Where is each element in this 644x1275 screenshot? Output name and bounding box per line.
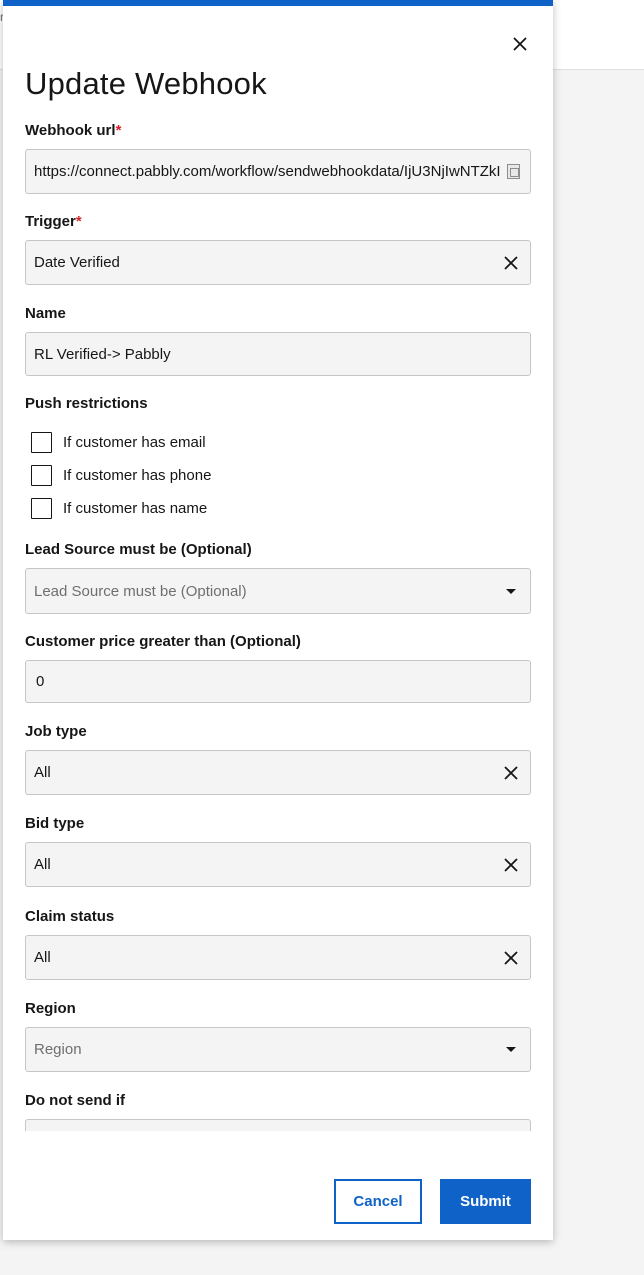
autofill-icon[interactable] xyxy=(507,164,520,179)
submit-button[interactable]: Submit xyxy=(440,1179,531,1224)
webhook-url-field: Webhook url* https://connect.pabbly.com/… xyxy=(25,121,531,194)
checkbox-phone[interactable] xyxy=(31,465,52,486)
job-type-value: All xyxy=(34,764,51,781)
checkbox-row-name[interactable]: If customer has name xyxy=(31,492,531,525)
do-not-send-if-label: Do not send if xyxy=(25,1092,125,1109)
do-not-send-if-field: Do not send if xyxy=(25,1091,531,1131)
checkbox-label: If customer has phone xyxy=(63,467,212,484)
checkbox-row-phone[interactable]: If customer has phone xyxy=(31,459,531,492)
checkbox-email[interactable] xyxy=(31,432,52,453)
webhook-url-input[interactable]: https://connect.pabbly.com/workflow/send… xyxy=(25,149,531,194)
clear-icon[interactable] xyxy=(502,254,520,272)
job-type-field: Job type All xyxy=(25,722,531,795)
chevron-down-icon[interactable] xyxy=(506,1047,516,1052)
chevron-down-icon[interactable] xyxy=(506,588,516,594)
name-field: Name RL Verified-> Pabbly xyxy=(25,304,531,376)
customer-price-value: 0 xyxy=(36,673,45,690)
push-restrictions-label: Push restrictions xyxy=(25,395,148,412)
trigger-label: Trigger* xyxy=(25,213,82,230)
lead-source-select[interactable]: Lead Source must be (Optional) xyxy=(25,568,531,614)
bid-type-field: Bid type All xyxy=(25,814,531,887)
checkbox-name[interactable] xyxy=(31,498,52,519)
region-label: Region xyxy=(25,1000,76,1017)
customer-price-field: Customer price greater than (Optional) 0 xyxy=(25,632,531,703)
name-input[interactable]: RL Verified-> Pabbly xyxy=(25,332,531,376)
lead-source-field: Lead Source must be (Optional) Lead Sour… xyxy=(25,540,531,614)
bid-type-select[interactable]: All xyxy=(25,842,531,887)
claim-status-label: Claim status xyxy=(25,908,115,925)
region-placeholder: Region xyxy=(34,1041,82,1058)
update-webhook-modal: Update Webhook Webhook url* https://conn… xyxy=(3,0,553,1240)
trigger-value: Date Verified xyxy=(34,254,120,271)
checkbox-label: If customer has name xyxy=(63,500,208,517)
customer-price-input[interactable]: 0 xyxy=(25,660,531,703)
push-restrictions-group: Push restrictions If customer has email … xyxy=(25,394,531,525)
region-field: Region Region xyxy=(25,999,531,1072)
checkbox-row-email[interactable]: If customer has email xyxy=(31,426,531,459)
claim-status-value: All xyxy=(34,949,51,966)
claim-status-select[interactable]: All xyxy=(25,935,531,980)
cancel-button[interactable]: Cancel xyxy=(334,1179,422,1224)
name-label: Name xyxy=(25,305,66,322)
do-not-send-if-select[interactable] xyxy=(25,1119,531,1131)
job-type-label: Job type xyxy=(25,723,87,740)
job-type-select[interactable]: All xyxy=(25,750,531,795)
region-select[interactable]: Region xyxy=(25,1027,531,1072)
checkbox-label: If customer has email xyxy=(63,434,206,451)
trigger-select[interactable]: Date Verified xyxy=(25,240,531,285)
name-value: RL Verified-> Pabbly xyxy=(34,345,171,363)
form-scroll-area[interactable]: Webhook url* https://connect.pabbly.com/… xyxy=(3,116,553,1131)
modal-title: Update Webhook xyxy=(25,66,267,101)
webhook-url-label: Webhook url* xyxy=(25,122,122,139)
claim-status-field: Claim status All xyxy=(25,907,531,980)
clear-icon[interactable] xyxy=(502,764,520,782)
webhook-url-value: https://connect.pabbly.com/workflow/send… xyxy=(34,163,501,180)
clear-icon[interactable] xyxy=(502,856,520,874)
lead-source-placeholder: Lead Source must be (Optional) xyxy=(34,582,247,600)
lead-source-label: Lead Source must be (Optional) xyxy=(25,541,252,558)
trigger-field: Trigger* Date Verified xyxy=(25,212,531,285)
bid-type-label: Bid type xyxy=(25,815,85,832)
customer-price-label: Customer price greater than (Optional) xyxy=(25,633,301,650)
close-icon[interactable] xyxy=(508,32,532,56)
bid-type-value: All xyxy=(34,856,51,873)
clear-icon[interactable] xyxy=(502,949,520,967)
